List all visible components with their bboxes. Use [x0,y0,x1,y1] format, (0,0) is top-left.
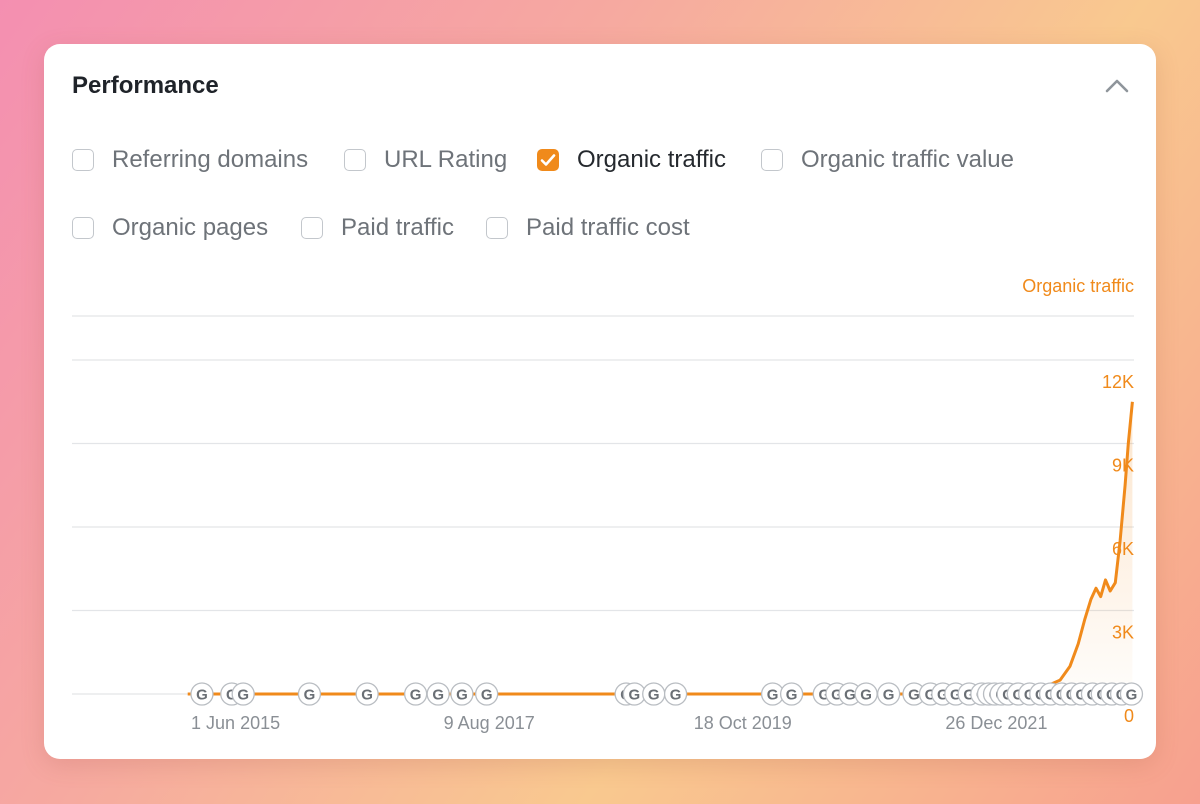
y-axis-title: Organic traffic [1022,276,1134,296]
option-paid-traffic-cost[interactable]: Paid traffic cost [486,214,690,242]
option-label: Organic pages [112,214,269,241]
option-organic-pages[interactable]: Organic pages [72,214,268,242]
option-label: URL Rating [384,146,508,173]
svg-text:G: G [410,687,422,704]
google-update-icon[interactable]: G [475,682,499,706]
checkbox[interactable] [72,217,94,239]
checkbox[interactable] [72,149,94,171]
google-update-icon[interactable]: G [231,682,255,706]
svg-text:G: G [648,687,660,704]
option-organic-traffic[interactable]: Organic traffic [537,146,726,174]
y-tick-label: 0 [1124,706,1134,726]
svg-text:G: G [196,687,208,704]
svg-text:G: G [670,687,682,704]
svg-text:G: G [767,687,779,704]
checkbox-checked[interactable] [537,149,559,171]
y-tick-label: 6K [1112,539,1134,559]
svg-text:G: G [629,687,641,704]
checkbox[interactable] [486,217,508,239]
checkbox[interactable] [344,149,366,171]
option-label: Organic traffic [577,146,726,173]
performance-card: Performance Referring domains URL Rating… [44,44,1156,759]
svg-text:G: G [786,687,798,704]
google-update-icon[interactable]: G [355,682,379,706]
google-update-icon[interactable]: G [876,682,901,706]
x-tick-label: 9 Aug 2017 [444,713,535,733]
x-tick-label: 18 Oct 2019 [694,713,792,733]
series-area-organic-traffic [187,401,1133,694]
svg-text:G: G [908,687,920,704]
panel-title: Performance [72,72,219,99]
google-update-icon[interactable]: G [779,682,804,706]
google-update-icon[interactable]: G [403,682,428,706]
svg-text:G: G [481,687,493,704]
option-label: Paid traffic cost [526,214,690,241]
y-tick-label: 12K [1102,372,1134,392]
series-line-organic-traffic [187,401,1134,696]
checkmark-icon [540,154,556,166]
google-update-icon[interactable]: G [426,682,450,706]
google-update-icon[interactable]: G [663,682,688,706]
svg-text:G: G [860,687,872,704]
option-referring-domains[interactable]: Referring domains [72,146,308,174]
google-update-icon[interactable]: G [854,682,878,706]
option-url-rating[interactable]: URL Rating [344,146,507,174]
checkbox[interactable] [301,217,323,239]
svg-text:G: G [304,687,316,704]
svg-text:G: G [432,687,444,704]
svg-text:G: G [361,687,373,704]
x-tick-label: 26 Dec 2021 [945,713,1047,733]
y-tick-label: 9K [1112,456,1134,476]
google-update-icon[interactable]: G [642,682,666,706]
svg-text:G: G [1126,687,1138,704]
google-update-icon[interactable]: G [1119,682,1144,706]
option-paid-traffic[interactable]: Paid traffic [301,214,454,242]
option-label: Paid traffic [341,214,454,241]
checkbox[interactable] [761,149,783,171]
option-label: Referring domains [112,146,309,173]
google-update-icon[interactable]: G [190,682,214,706]
svg-text:G: G [237,687,249,704]
option-organic-traffic-value[interactable]: Organic traffic value [761,146,1014,174]
google-update-icon[interactable]: G [450,682,474,706]
x-tick-label: 1 Jun 2015 [191,713,280,733]
chevron-up-icon[interactable] [1104,76,1130,96]
svg-text:G: G [883,687,895,704]
google-update-icon[interactable]: G [297,682,322,706]
y-tick-label: 3K [1112,623,1134,643]
organic-traffic-chart: Organic traffic GGGGGGGGGGGGGGGGGGGGGGGG… [72,276,1144,733]
option-label: Organic traffic value [801,146,1014,173]
svg-text:G: G [456,687,468,704]
svg-text:G: G [844,687,856,704]
